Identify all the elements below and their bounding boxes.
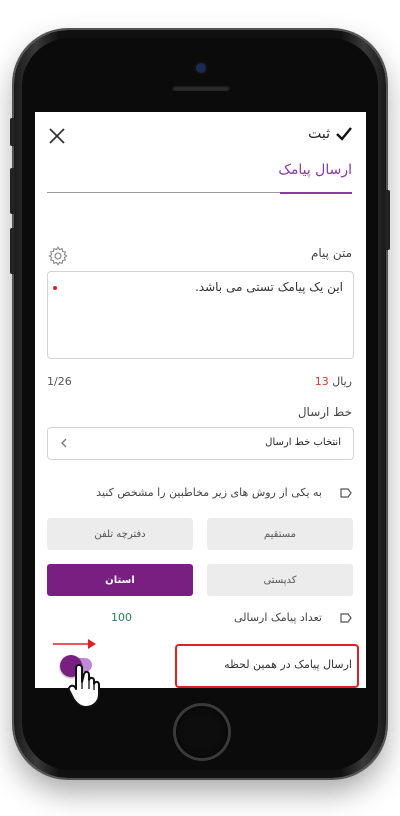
volume-down-button: [10, 228, 15, 274]
tag-icon: [340, 488, 352, 498]
price-unit: ریال: [332, 375, 352, 388]
save-label: ثبت: [308, 126, 330, 142]
app-screen: ثبت ارسال پیامک متن پیام این یک پیامک تس…: [35, 112, 366, 688]
power-button: [385, 190, 390, 250]
tab-active-indicator: [280, 192, 352, 194]
line-select-placeholder: انتخاب خط ارسال: [265, 437, 341, 448]
check-icon: [336, 127, 352, 141]
hand-pointer-icon: [68, 664, 100, 708]
recipient-province-button[interactable]: استان: [47, 564, 193, 596]
line-label: خط ارسال: [297, 405, 352, 419]
recipient-direct-button[interactable]: مستقیم: [207, 518, 353, 550]
character-counter: 1/26: [47, 375, 72, 388]
chevron-left-icon: [61, 438, 67, 448]
sms-count-label: تعداد پیامک ارسالی: [233, 611, 322, 624]
recipient-phonebook-button[interactable]: دفترچه تلفن: [47, 518, 193, 550]
message-text: این یک پیامک تستی می باشد.: [194, 280, 343, 294]
gear-icon[interactable]: [47, 245, 69, 267]
highlight-box: [175, 644, 359, 688]
silent-switch: [10, 118, 15, 146]
home-button[interactable]: [176, 706, 228, 758]
message-label: متن پیام: [310, 246, 352, 260]
recipients-instruction: به یکی از روش های زیر مخاطبین را مشخص کن…: [96, 486, 322, 499]
save-button[interactable]: ثبت: [308, 126, 352, 142]
close-icon[interactable]: [47, 126, 67, 146]
volume-up-button: [10, 168, 15, 214]
price-amount: 13: [314, 375, 329, 388]
tag-icon: [340, 613, 352, 623]
line-select[interactable]: انتخاب خط ارسال: [47, 427, 354, 460]
red-dot-marker: [53, 286, 57, 290]
front-camera: [196, 63, 206, 73]
recipient-postcode-button[interactable]: کدپستی: [207, 564, 353, 596]
sms-count-value: 100: [111, 611, 132, 624]
tab-send-sms[interactable]: ارسال پیامک: [278, 162, 352, 178]
arrow-right-icon: [53, 639, 96, 649]
message-textarea[interactable]: این یک پیامک تستی می باشد.: [47, 271, 354, 359]
sms-price: ریال 13: [315, 375, 352, 388]
earpiece-speaker: [172, 85, 230, 91]
